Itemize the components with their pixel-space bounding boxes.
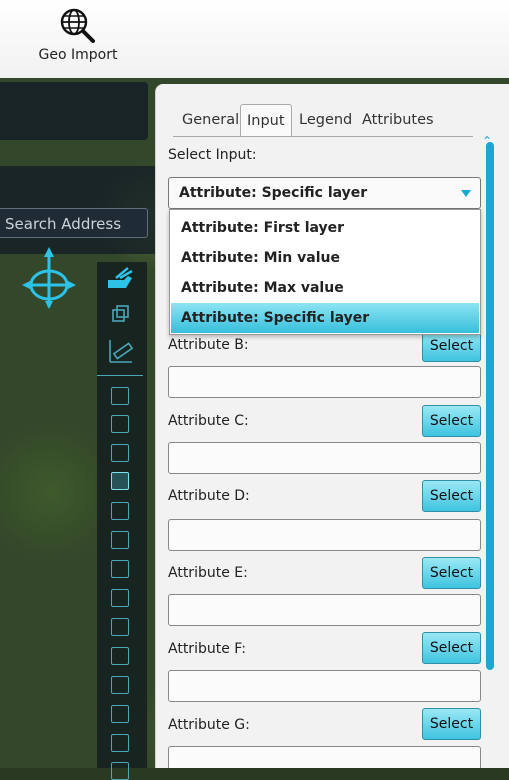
attribute-f-field[interactable]: [168, 670, 481, 702]
attribute-d-label: Attribute D:: [168, 488, 250, 504]
water-tool-icon[interactable]: [111, 472, 129, 490]
layer-tool-icon-2[interactable]: [111, 560, 129, 578]
option-min-value[interactable]: Attribute: Min value: [171, 243, 479, 273]
tab-underline: [173, 136, 473, 137]
attribute-d-field[interactable]: [168, 519, 481, 551]
attribute-g-label: Attribute G:: [168, 717, 250, 733]
select-input-value: Attribute: Specific layer: [179, 185, 368, 201]
attribute-e-label: Attribute E:: [168, 565, 248, 581]
plus-minus-tool-icon[interactable]: [111, 531, 129, 549]
geo-import-label: Geo Import: [38, 47, 118, 63]
terrain-tool-icon[interactable]: [111, 415, 129, 433]
tab-general[interactable]: General: [182, 104, 239, 136]
option-max-value[interactable]: Attribute: Max value: [171, 273, 479, 303]
attribute-c-select-button[interactable]: Select: [422, 405, 481, 437]
select-input-dropdown[interactable]: Attribute: Specific layer: [168, 177, 481, 209]
panel-scrollbar[interactable]: [486, 142, 494, 670]
geo-import-button[interactable]: Geo Import: [28, 4, 128, 70]
wind-tool-icon[interactable]: [111, 676, 129, 694]
option-first-layer[interactable]: Attribute: First layer: [171, 213, 479, 243]
attribute-c-field[interactable]: [168, 442, 481, 474]
flood-tool-icon[interactable]: [111, 502, 129, 520]
home-tool-icon[interactable]: [111, 387, 129, 405]
attribute-g-field[interactable]: [168, 746, 481, 768]
select-input-options: Attribute: First layer Attribute: Min va…: [169, 209, 481, 335]
chat-tool-icon[interactable]: [111, 647, 129, 665]
compass-navigation-icon[interactable]: [20, 245, 78, 311]
extra-tool-icon[interactable]: [111, 762, 129, 780]
infinity-tool-icon[interactable]: [111, 734, 129, 752]
attribute-f-label: Attribute F:: [168, 641, 246, 657]
attribute-c-label: Attribute C:: [168, 413, 249, 429]
hand-tool-icon[interactable]: [106, 266, 134, 290]
attribute-b-field[interactable]: [168, 366, 481, 398]
attribute-d-select-button[interactable]: Select: [422, 480, 481, 512]
attribute-f-select-button[interactable]: Select: [422, 632, 481, 664]
top-toolbar: Geo Import: [0, 0, 509, 79]
plus-minus-tool-icon-2[interactable]: [111, 589, 129, 607]
option-specific-layer[interactable]: Attribute: Specific layer: [171, 303, 479, 333]
attribute-e-field[interactable]: [168, 594, 481, 626]
measure-icon[interactable]: [108, 338, 134, 364]
tab-input[interactable]: Input: [240, 104, 292, 137]
tab-legend[interactable]: Legend: [299, 104, 352, 136]
map-overlay-panel: [0, 82, 148, 140]
search-address-input[interactable]: Search Address: [0, 208, 148, 238]
tool-separator: [97, 375, 143, 376]
chevron-down-icon: [461, 190, 471, 197]
attribute-g-select-button[interactable]: Select: [422, 708, 481, 740]
tab-attributes[interactable]: Attributes: [362, 104, 434, 136]
people-tool-icon[interactable]: [111, 618, 129, 636]
globe-search-icon: [60, 8, 95, 43]
heart-tool-icon[interactable]: [111, 705, 129, 723]
attribute-e-select-button[interactable]: Select: [422, 557, 481, 589]
copy-icon[interactable]: [112, 305, 130, 323]
attribute-b-label: Attribute B:: [168, 337, 249, 353]
layer-tool-icon[interactable]: [111, 444, 129, 462]
select-input-label: Select Input:: [168, 147, 257, 163]
